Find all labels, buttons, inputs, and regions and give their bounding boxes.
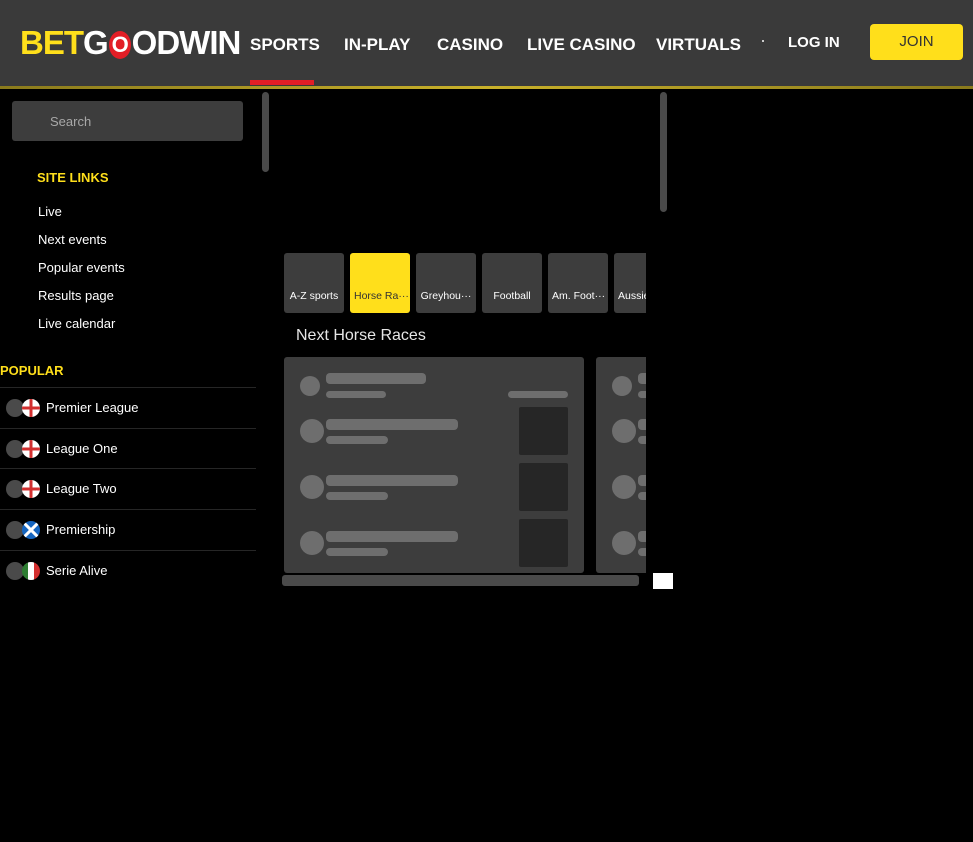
nav-sports[interactable]: SPORTS [250,35,320,55]
scotland-flag-icon [22,521,40,539]
popular-item-premier-league[interactable]: Premier League [0,387,256,428]
race-cards-carousel [284,357,646,573]
site-link-results-page[interactable]: Results page [38,288,114,303]
skeleton-circle [612,376,632,396]
odds-placeholder [519,407,568,455]
skeleton-bar [326,419,458,430]
nav-in-play[interactable]: IN-PLAY [344,35,410,55]
race-card-skeleton[interactable] [596,357,646,573]
italy-flag-icon [22,562,40,580]
popular-item-label: Premiership [46,522,116,537]
sport-tabs: A-Z sports Horse Ra··· Greyhou··· Footba… [284,253,646,313]
skeleton-bar [638,475,646,486]
site-link-live-calendar[interactable]: Live calendar [38,316,115,331]
odds-placeholder [519,519,568,567]
skeleton-bar [638,548,646,556]
popular-item-label: League One [46,441,118,456]
tab-football[interactable]: Football [482,253,542,313]
tab-aussie-rules[interactable]: Aussie [614,253,646,313]
popular-heading: POPULAR [0,363,64,378]
skeleton-bar [326,475,458,486]
skeleton-circle [300,376,320,396]
nav-separator-dot [762,40,764,42]
login-button[interactable]: LOG IN [788,34,840,51]
next-races-heading: Next Horse Races [296,327,426,344]
blank-white-square [653,573,673,589]
skeleton-bar [326,373,426,384]
skeleton-circle [612,419,636,443]
active-nav-indicator [250,80,314,85]
tab-label: Football [493,290,531,302]
top-header: BETG O ODWIN SPORTS IN-PLAY CASINO LIVE CA… [0,0,973,86]
popular-item-league-one[interactable]: League One [0,428,256,469]
tab-label: A-Z sports [289,290,339,302]
tab-label: Horse Ra··· [354,290,409,302]
skeleton-bar [326,548,388,556]
skeleton-bar [326,492,388,500]
race-card-skeleton[interactable] [284,357,584,573]
skeleton-circle [300,531,324,555]
nav-virtuals[interactable]: VIRTUALS [656,35,741,55]
carousel-scrollbar[interactable] [282,575,639,586]
skeleton-circle [612,531,636,555]
tab-label: Aussie [618,290,646,302]
skeleton-bar [638,419,646,430]
skeleton-circle [300,475,324,499]
skeleton-bar [508,391,568,398]
tab-label: Greyhou··· [420,290,472,302]
skeleton-bar [638,373,646,384]
tab-american-football[interactable]: Am. Foot··· [548,253,608,313]
site-link-popular-events[interactable]: Popular events [38,260,125,275]
tab-greyhounds[interactable]: Greyhou··· [416,253,476,313]
england-flag-icon [22,440,40,458]
betgoodwin-logo[interactable]: BETG O ODWIN [20,24,242,62]
skeleton-bar [638,531,646,542]
skeleton-circle [612,475,636,499]
nav-casino[interactable]: CASINO [437,35,503,55]
site-links-heading: SITE LINKS [37,170,109,185]
tab-a-z-sports[interactable]: A-Z sports [284,253,344,313]
popular-item-label: Serie Alive [46,563,108,578]
skeleton-bar [326,391,386,398]
logo-rest-text: ODWIN [131,24,242,61]
site-link-next-events[interactable]: Next events [38,232,107,247]
search-placeholder: Search [50,114,92,129]
tab-horse-racing[interactable]: Horse Ra··· [350,253,410,313]
skeleton-bar [638,492,646,500]
header-gold-divider [0,86,973,89]
england-flag-icon [22,480,40,498]
nav-live-casino[interactable]: LIVE CASINO [527,35,636,55]
popular-item-league-two[interactable]: League Two [0,468,256,509]
search-input[interactable]: Search [12,101,243,141]
join-button[interactable]: JOIN [870,24,963,60]
england-flag-icon [22,399,40,417]
popular-item-label: Premier League [46,400,139,415]
sidebar-scrollbar[interactable] [262,92,269,172]
content-scrollbar[interactable] [660,92,667,212]
odds-placeholder [519,463,568,511]
popular-item-serie-alive[interactable]: Serie Alive [0,550,256,591]
logo-bet-text: BET [20,24,84,61]
popular-item-premiership[interactable]: Premiership [0,509,256,550]
popular-item-label: League Two [46,481,117,496]
skeleton-bar [638,391,646,398]
logo-o-circle: O [108,31,131,59]
skeleton-bar [326,436,388,444]
tab-label: Am. Foot··· [552,290,606,302]
skeleton-circle [300,419,324,443]
skeleton-bar [326,531,458,542]
site-link-live[interactable]: Live [38,204,62,219]
skeleton-bar [638,436,646,444]
